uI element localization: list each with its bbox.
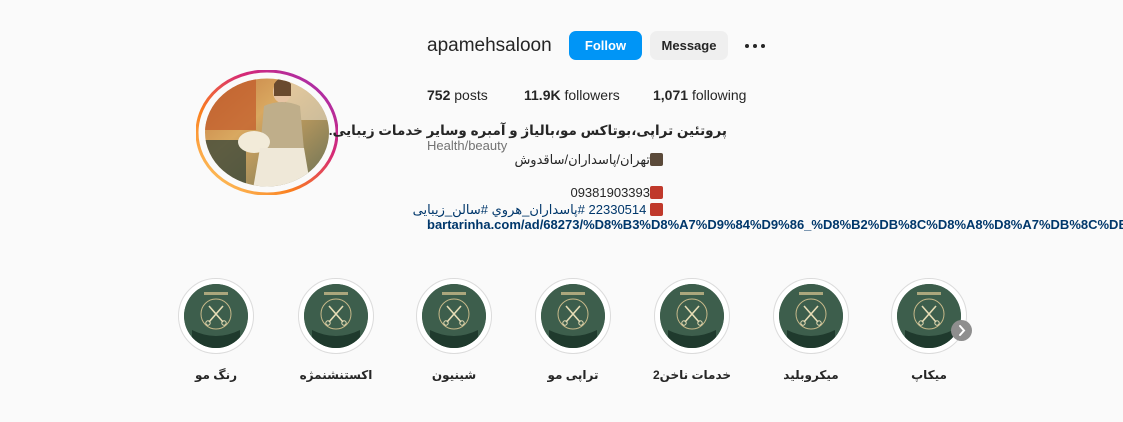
highlight-item[interactable]: رنگ مو bbox=[176, 278, 256, 382]
highlight-cover-ring bbox=[891, 278, 967, 354]
chevron-right-icon bbox=[959, 325, 966, 336]
following-label: following bbox=[691, 87, 747, 103]
highlight-cover-image bbox=[304, 284, 368, 348]
highlight-item[interactable]: اکستنشنمژه bbox=[296, 278, 376, 382]
highlight-cover-ring bbox=[654, 278, 730, 354]
highlight-label: تراپی مو bbox=[547, 368, 599, 382]
highlight-cover-ring bbox=[416, 278, 492, 354]
profile-page: apamehsaloon Follow Message 752 posts 11… bbox=[0, 0, 1123, 422]
highlight-item[interactable]: میکروبلید bbox=[771, 278, 851, 382]
avatar-image bbox=[196, 70, 338, 195]
highlight-label: شینیون bbox=[431, 368, 477, 382]
highlight-cover-image bbox=[422, 284, 486, 348]
telephone-icon bbox=[650, 203, 663, 216]
message-button[interactable]: Message bbox=[650, 31, 728, 60]
profile-username: apamehsaloon bbox=[427, 35, 552, 56]
highlight-cover-image bbox=[541, 284, 605, 348]
highlight-label: اکستنشنمژه bbox=[299, 368, 373, 382]
highlight-item[interactable]: خدمات ناخن2 bbox=[652, 278, 732, 382]
posts-stat: 752 posts bbox=[427, 87, 488, 103]
more-options-icon[interactable] bbox=[742, 37, 768, 55]
posts-count: 752 bbox=[427, 87, 451, 103]
highlight-label: خدمات ناخن2 bbox=[652, 368, 732, 382]
highlight-cover-image bbox=[660, 284, 724, 348]
highlight-item[interactable]: شینیون bbox=[414, 278, 494, 382]
highlight-cover-image bbox=[184, 284, 248, 348]
profile-avatar[interactable] bbox=[196, 70, 338, 195]
bio-address-text: تهران/پاسداران/ساقدوش bbox=[514, 152, 650, 167]
bio-phone-2-text: 22330514 #پاسداران_هروي #سالن_زيبايى bbox=[412, 202, 647, 217]
bio-name: پروتئین تراپی،بوتاکس مو،بالیاژ و آمبره و… bbox=[328, 123, 727, 138]
highlight-label: رنگ مو bbox=[195, 368, 237, 382]
highlight-label: میکروبلید bbox=[783, 368, 839, 382]
bio-phone-1-text: 09381903393 bbox=[570, 185, 650, 200]
highlight-label: میکاپ bbox=[911, 368, 947, 382]
followers-stat[interactable]: 11.9K followers bbox=[524, 87, 620, 103]
highlight-cover-ring bbox=[773, 278, 849, 354]
highlight-cover-ring bbox=[178, 278, 254, 354]
signpost-icon bbox=[650, 153, 663, 166]
bio-external-link[interactable]: bartarinha.com/ad/68273/%D8%B3%D8%A7%D9%… bbox=[427, 216, 1123, 233]
highlight-cover-image bbox=[779, 284, 843, 348]
bio-phone-1: 09381903393 bbox=[570, 184, 663, 201]
highlight-cover-ring bbox=[535, 278, 611, 354]
bio-category: Health/beauty bbox=[427, 138, 508, 153]
posts-label: posts bbox=[454, 87, 488, 103]
telephone-icon bbox=[650, 186, 663, 199]
following-count: 1,071 bbox=[653, 87, 689, 103]
highlight-item[interactable]: تراپی مو bbox=[533, 278, 613, 382]
follow-button[interactable]: Follow bbox=[569, 31, 642, 60]
following-stat[interactable]: 1,071 following bbox=[653, 87, 746, 103]
bio-address: تهران/پاسداران/ساقدوش bbox=[514, 151, 663, 168]
highlights-next-button[interactable] bbox=[951, 320, 972, 341]
followers-label: followers bbox=[564, 87, 620, 103]
highlight-cover-ring bbox=[298, 278, 374, 354]
followers-count: 11.9K bbox=[524, 87, 561, 103]
